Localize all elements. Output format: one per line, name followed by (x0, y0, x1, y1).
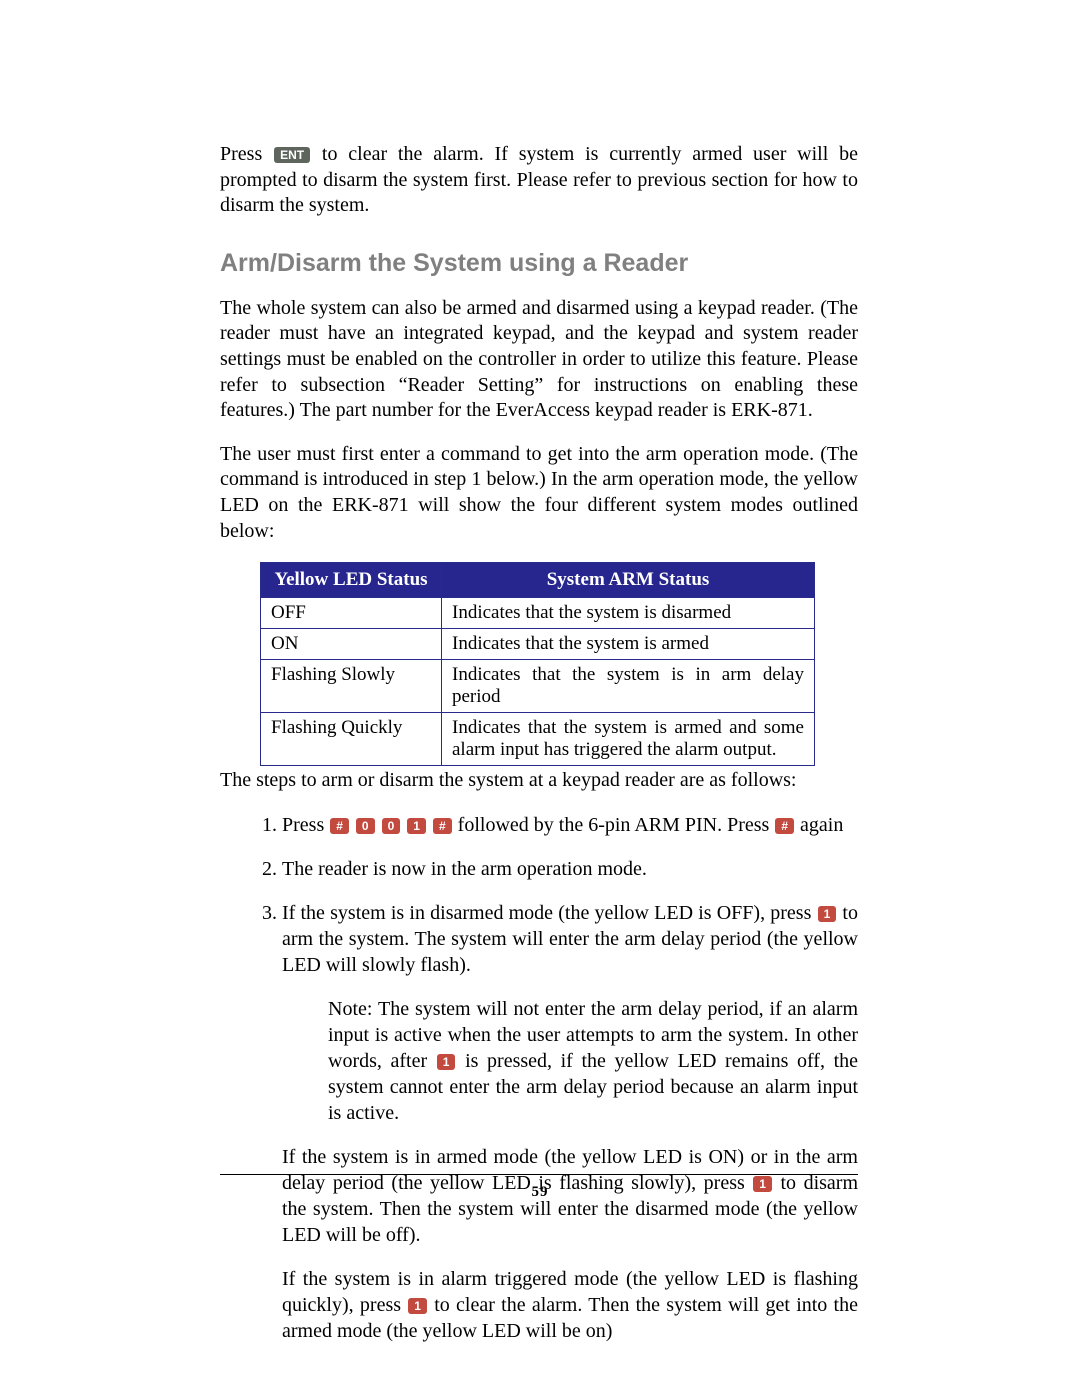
steps-list: Press # 0 0 1 # followed by the 6-pin AR… (220, 812, 858, 1344)
table-header-row: Yellow LED Status System ARM Status (261, 563, 815, 598)
step-3: If the system is in disarmed mode (the y… (282, 900, 858, 1344)
desc-cell: Indicates that the system is armed and s… (442, 713, 815, 766)
table-header-yellow: Yellow LED Status (261, 563, 442, 598)
desc-cell: Indicates that the system is disarmed (442, 598, 815, 629)
table-row: OFF Indicates that the system is disarme… (261, 598, 815, 629)
desc-cell: Indicates that the system is armed (442, 629, 815, 660)
table-header-system: System ARM Status (442, 563, 815, 598)
body-paragraph-1: The whole system can also be armed and d… (220, 296, 858, 424)
led-cell: Flashing Quickly (261, 713, 442, 766)
hash-key-icon: # (330, 818, 349, 834)
step-3-alarm-mode: If the system is in alarm triggered mode… (282, 1266, 858, 1344)
zero-key-icon: 0 (356, 818, 375, 834)
text: Press (282, 814, 329, 836)
step-3-note: Note: The system will not enter the arm … (328, 996, 858, 1126)
document-page: Press ENT to clear the alarm. If system … (0, 0, 1080, 1397)
after-table-paragraph: The steps to arm or disarm the system at… (220, 768, 858, 794)
led-cell: Flashing Slowly (261, 660, 442, 713)
footer-divider (220, 1174, 858, 1175)
content-area: Press ENT to clear the alarm. If system … (220, 142, 858, 1362)
page-number: 59 (0, 1184, 1080, 1201)
led-cell: ON (261, 629, 442, 660)
step-1: Press # 0 0 1 # followed by the 6-pin AR… (282, 812, 858, 838)
table-row: ON Indicates that the system is armed (261, 629, 815, 660)
one-key-icon: 1 (437, 1054, 456, 1070)
text: If the system is in disarmed mode (the y… (282, 902, 817, 924)
text: to clear the alarm. If system is current… (220, 143, 858, 216)
led-cell: OFF (261, 598, 442, 629)
text: Press (220, 143, 273, 165)
intro-paragraph: Press ENT to clear the alarm. If system … (220, 142, 858, 219)
table-row: Flashing Slowly Indicates that the syste… (261, 660, 815, 713)
text: followed by the 6-pin ARM PIN. Press (453, 814, 775, 836)
table-row: Flashing Quickly Indicates that the syst… (261, 713, 815, 766)
step-2: The reader is now in the arm operation m… (282, 856, 858, 882)
body-paragraph-2: The user must first enter a command to g… (220, 442, 858, 544)
zero-key-icon: 0 (382, 818, 401, 834)
desc-cell: Indicates that the system is in arm dela… (442, 660, 815, 713)
one-key-icon: 1 (407, 818, 426, 834)
one-key-icon: 1 (818, 906, 837, 922)
text: again (800, 814, 843, 836)
one-key-icon: 1 (408, 1298, 427, 1314)
ent-key-icon: ENT (274, 147, 310, 163)
hash-key-icon: # (775, 818, 794, 834)
step-3-main: If the system is in disarmed mode (the y… (282, 900, 858, 978)
section-heading: Arm/Disarm the System using a Reader (220, 249, 858, 278)
hash-key-icon: # (433, 818, 452, 834)
led-status-table: Yellow LED Status System ARM Status OFF … (260, 562, 815, 766)
